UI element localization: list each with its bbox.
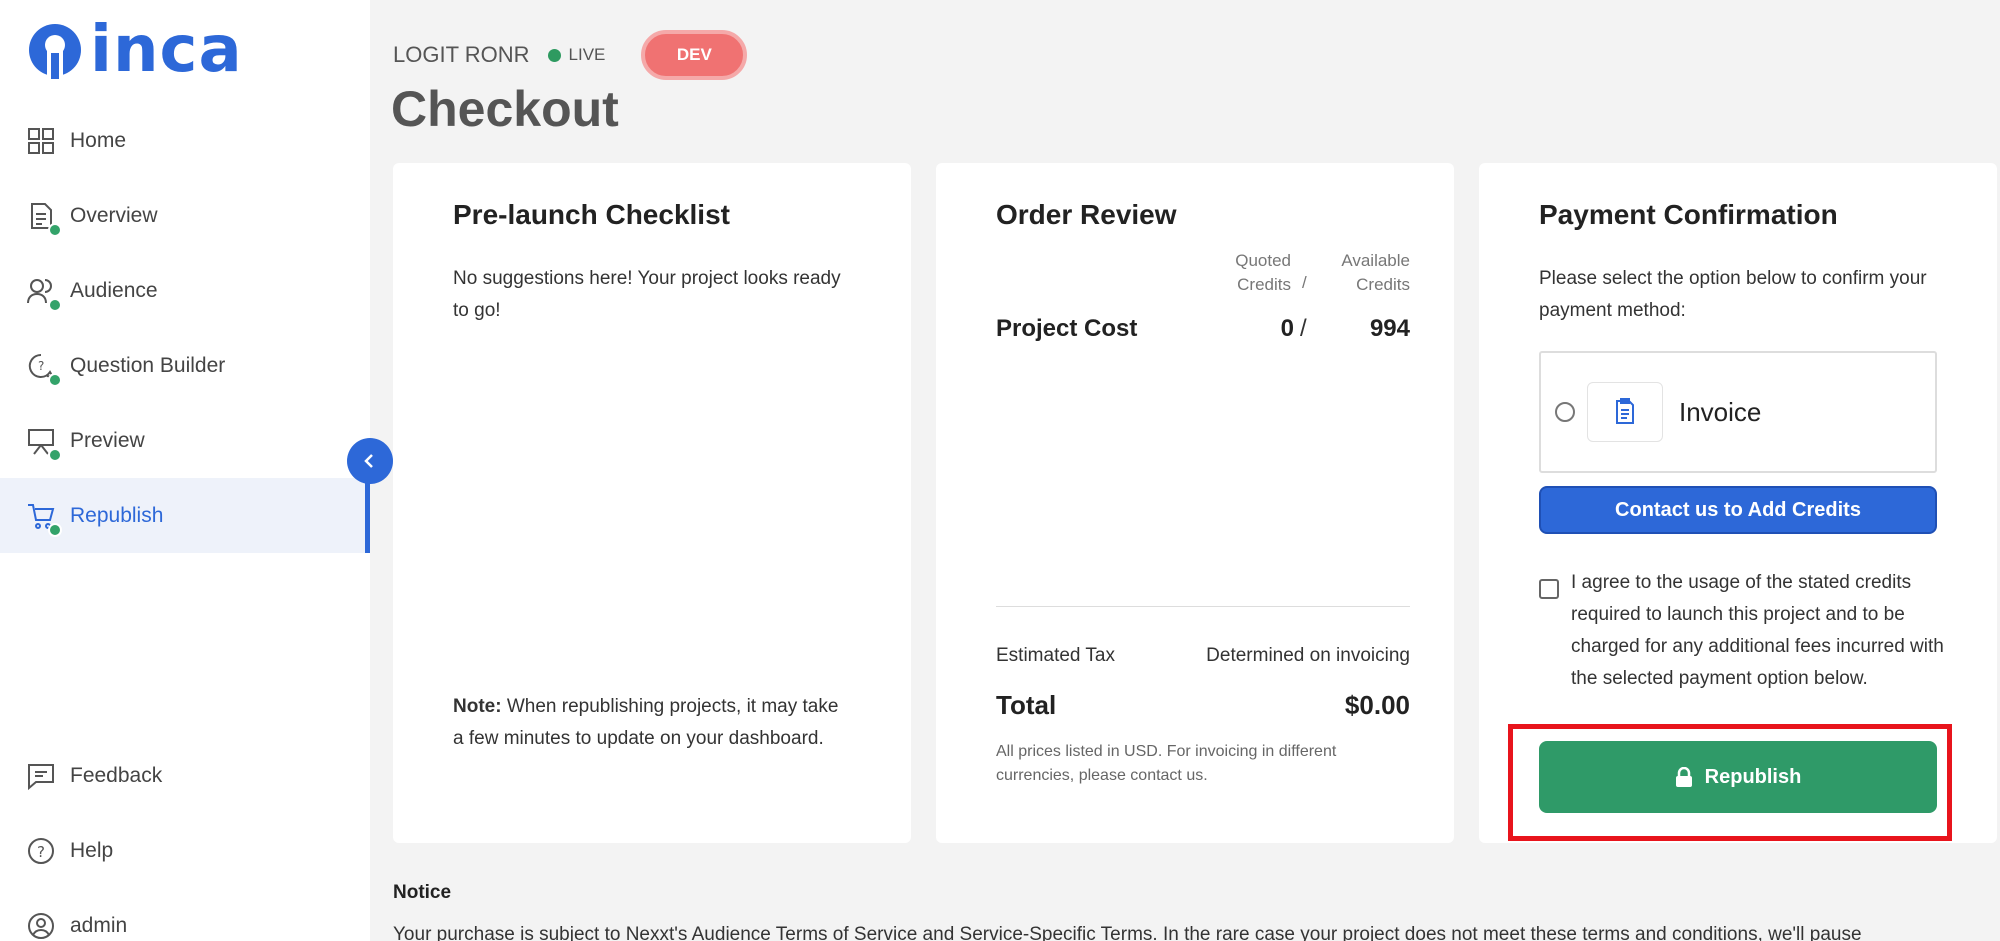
republish-note: Note: When republishing projects, it may… (453, 691, 853, 755)
chevron-left-icon (364, 454, 373, 468)
note-text: When republishing projects, it may take … (453, 696, 839, 749)
sidebar-item-label: Preview (70, 428, 145, 452)
check-badge-icon (48, 447, 62, 462)
invoice-icon-box (1587, 382, 1663, 442)
presentation-icon (26, 426, 62, 462)
check-badge-icon (48, 372, 62, 387)
agree-text: I agree to the usage of the stated credi… (1571, 572, 1944, 689)
total-value: $0.00 (1344, 690, 1410, 720)
divider (996, 606, 1410, 607)
logo[interactable]: inca (26, 13, 243, 87)
sidebar-item-republish[interactable]: Republish (0, 478, 370, 553)
invoice-icon (1616, 398, 1634, 424)
prelaunch-checklist-card: Pre-launch Checklist No suggestions here… (393, 163, 911, 843)
order-review-card: Order Review Quoted Credits / Available … (936, 163, 1454, 843)
available-credits-header: Available Credits (1341, 251, 1410, 294)
sidebar-item-home[interactable]: Home (0, 103, 370, 178)
sidebar-item-question-builder[interactable]: ? Question Builder (0, 328, 370, 403)
user-icon (26, 911, 56, 941)
live-status-dot (547, 48, 561, 62)
invoice-radio[interactable] (1555, 402, 1575, 422)
card-title: Payment Confirmation (1539, 199, 1838, 230)
page-header: LOGIT RONR LIVE DEV (393, 30, 748, 80)
feedback-icon (26, 761, 56, 791)
sidebar-item-label: Help (70, 838, 114, 862)
sidebar-item-help[interactable]: ? Help (0, 813, 370, 888)
estimated-tax-label: Estimated Tax (996, 645, 1115, 666)
svg-text:?: ? (38, 359, 44, 373)
sidebar-item-audience[interactable]: Audience (0, 253, 370, 328)
note-label: Note: (453, 696, 502, 717)
live-status: LIVE (547, 45, 606, 65)
sidebar-item-label: Audience (70, 278, 158, 302)
sidebar-item-label: Feedback (70, 763, 163, 787)
available-credits-value: 994 (1369, 315, 1410, 342)
card-title: Order Review (996, 199, 1177, 230)
checklist-message: No suggestions here! Your project looks … (453, 268, 841, 321)
agree-checkbox[interactable] (1539, 579, 1559, 599)
collapse-sidebar-button[interactable] (347, 438, 393, 484)
check-badge-icon (48, 522, 62, 537)
svg-text:?: ? (37, 843, 45, 861)
sidebar-item-label: admin (70, 913, 128, 937)
credits-header-separator: / (1302, 273, 1307, 292)
chat-question-icon: ? (26, 351, 62, 387)
contact-add-credits-button[interactable]: Contact us to Add Credits (1539, 486, 1937, 534)
page-title: Checkout (391, 81, 619, 137)
help-icon: ? (26, 836, 56, 866)
cart-icon (26, 501, 62, 537)
quoted-credits-header: Quoted Credits (1235, 251, 1291, 294)
highlight-box (1508, 724, 1952, 841)
check-badge-icon (48, 297, 62, 312)
logo-icon (29, 24, 81, 79)
sidebar-item-admin[interactable]: admin (0, 888, 370, 941)
sidebar-nav: Home Overview Audience ? Question Builde… (0, 103, 370, 553)
sidebar-item-label: Home (70, 128, 127, 152)
sidebar-bottom-nav: Feedback ? Help admin (0, 738, 370, 941)
notice-title: Notice (393, 882, 452, 903)
live-status-label: LIVE (568, 45, 606, 64)
sidebar-item-overview[interactable]: Overview (0, 178, 370, 253)
document-icon (26, 201, 62, 237)
notice-text: Your purchase is subject to Nexxt's Audi… (393, 924, 1862, 941)
payment-instructions: Please select the option below to confir… (1539, 268, 1927, 321)
env-badge[interactable]: DEV (641, 30, 748, 80)
project-name: LOGIT RONR (393, 42, 530, 67)
invoice-label: Invoice (1679, 396, 1762, 427)
estimated-tax-value: Determined on invoicing (1206, 645, 1410, 666)
sidebar-item-feedback[interactable]: Feedback (0, 738, 370, 813)
quoted-credits-value: 0 (1280, 315, 1294, 342)
sidebar-item-label: Overview (70, 203, 158, 227)
sidebar-item-label: Question Builder (70, 353, 226, 377)
users-icon (26, 276, 62, 312)
project-cost-label: Project Cost (996, 315, 1138, 342)
currency-fine-print: All prices listed in USD. For invoicing … (996, 743, 1337, 784)
sidebar-item-label: Republish (70, 503, 164, 527)
credits-value-separator: / (1300, 315, 1307, 342)
sidebar-item-preview[interactable]: Preview (0, 403, 370, 478)
check-badge-icon (48, 222, 62, 237)
grid-icon (26, 126, 56, 156)
card-title: Pre-launch Checklist (453, 199, 730, 230)
sidebar: inca Home Overview Audience ? Question B… (0, 0, 370, 941)
logo-text: inca (90, 13, 243, 87)
invoice-option[interactable]: Invoice (1539, 351, 1937, 473)
total-label: Total (996, 690, 1057, 720)
